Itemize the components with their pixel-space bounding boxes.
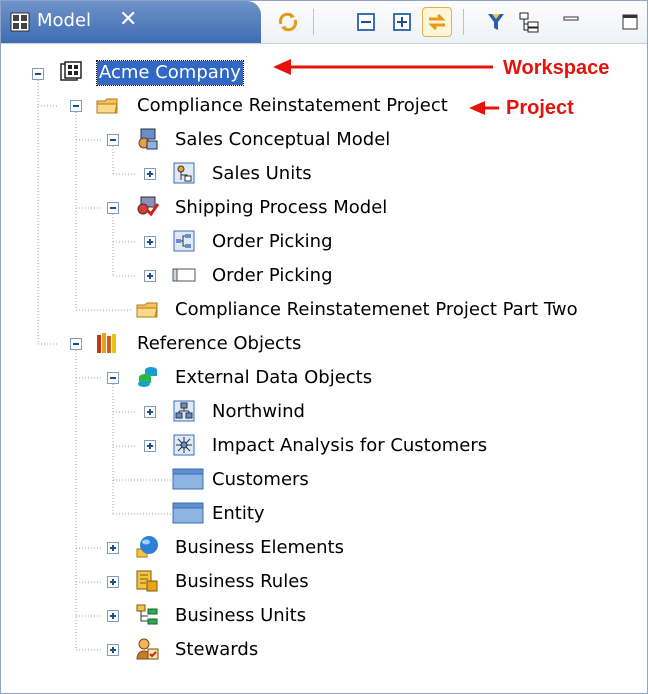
workspace-annotation: Workspace (503, 57, 610, 79)
model-view: Model ✕ Acme Company Compliance Reinstat… (0, 0, 648, 694)
project-annotation: Project (506, 97, 574, 119)
